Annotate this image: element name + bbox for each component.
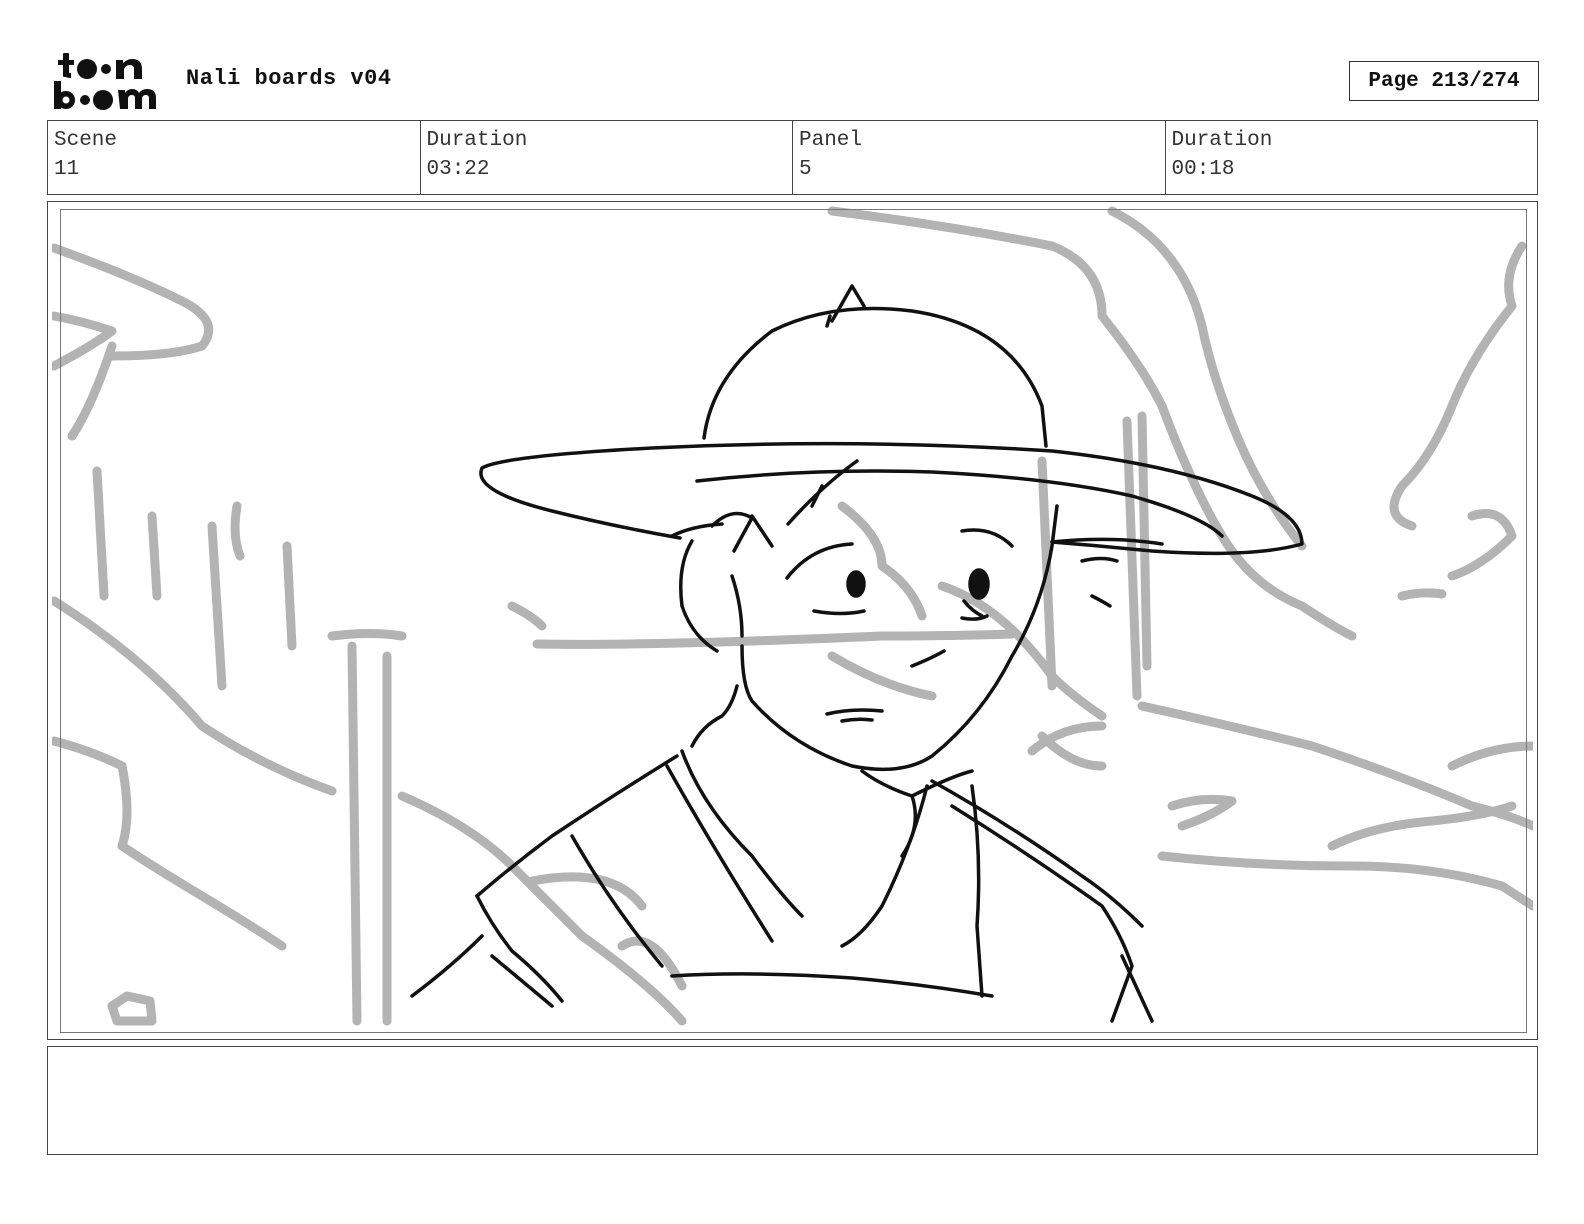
scene-duration-label: Duration — [426, 129, 528, 152]
panel-value: 5 — [799, 158, 812, 181]
character-sketch — [410, 284, 1304, 1023]
panel-duration-value: 00:18 — [1171, 158, 1235, 181]
scene-cell: Scene 11 — [48, 121, 421, 194]
scene-label: Scene — [54, 129, 118, 152]
scene-duration-cell: Duration 03:22 — [421, 121, 793, 194]
panel-label: Panel — [799, 129, 863, 152]
panel-notes-box[interactable] — [47, 1046, 1538, 1155]
panel-duration-label: Duration — [1171, 129, 1273, 152]
page-indicator: Page 213/274 — [1349, 61, 1539, 101]
toonboom-logo — [54, 53, 156, 110]
panel-info-table: Scene 11 Duration 03:22 Panel 5 Duration… — [47, 120, 1538, 195]
background-sketch — [52, 206, 1533, 1026]
panel-duration-cell: Duration 00:18 — [1166, 121, 1538, 194]
panel-cell: Panel 5 — [793, 121, 1166, 194]
project-title: Nali boards v04 — [186, 66, 392, 91]
scene-duration-value: 03:22 — [426, 158, 490, 181]
scene-value: 11 — [54, 158, 80, 181]
page-label: Page 213/274 — [1368, 69, 1520, 93]
storyboard-sketch — [52, 206, 1533, 1026]
